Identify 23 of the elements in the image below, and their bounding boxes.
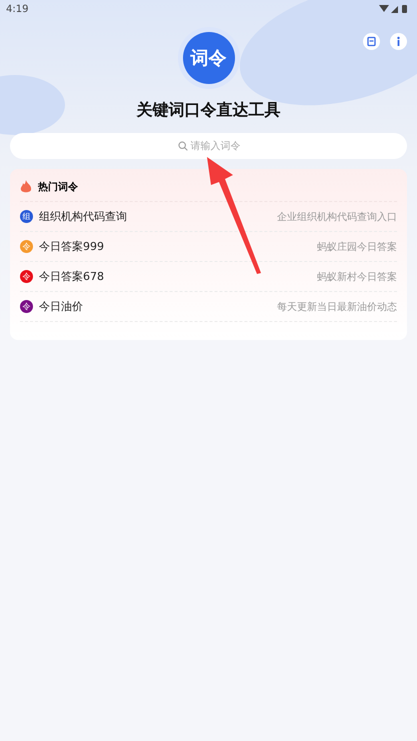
item-badge: 令 xyxy=(20,270,33,283)
item-badge: 令 xyxy=(20,240,33,253)
item-description: 企业组织机构代码查询入口 xyxy=(277,210,397,224)
command-item[interactable]: 令 今日油价 每天更新当日最新油价动态 xyxy=(20,292,397,322)
app-logo: 词令 xyxy=(182,32,234,84)
search-icon xyxy=(178,141,188,151)
status-icons-drawing xyxy=(379,4,409,14)
document-icon[interactable] xyxy=(363,33,380,50)
item-name: 今日答案678 xyxy=(39,269,105,284)
info-icon[interactable] xyxy=(390,33,407,50)
item-description: 蚂蚁庄园今日答案 xyxy=(317,240,397,254)
flame-icon xyxy=(20,180,32,194)
search-field[interactable]: 请输入词令 xyxy=(10,133,407,159)
item-description: 每天更新当日最新油价动态 xyxy=(277,300,397,314)
app-title: 关键词口令直达工具 xyxy=(135,100,282,121)
item-name: 今日答案999 xyxy=(39,239,105,254)
item-badge: 组 xyxy=(20,210,33,223)
section-title: 热门词令 xyxy=(38,180,78,194)
item-name: 组织机构代码查询 xyxy=(39,209,128,224)
item-name: 今日油价 xyxy=(39,299,84,314)
item-badge: 令 xyxy=(20,300,33,313)
item-description: 蚂蚁新村今日答案 xyxy=(317,270,397,284)
status-time: 4:19 xyxy=(6,4,28,14)
